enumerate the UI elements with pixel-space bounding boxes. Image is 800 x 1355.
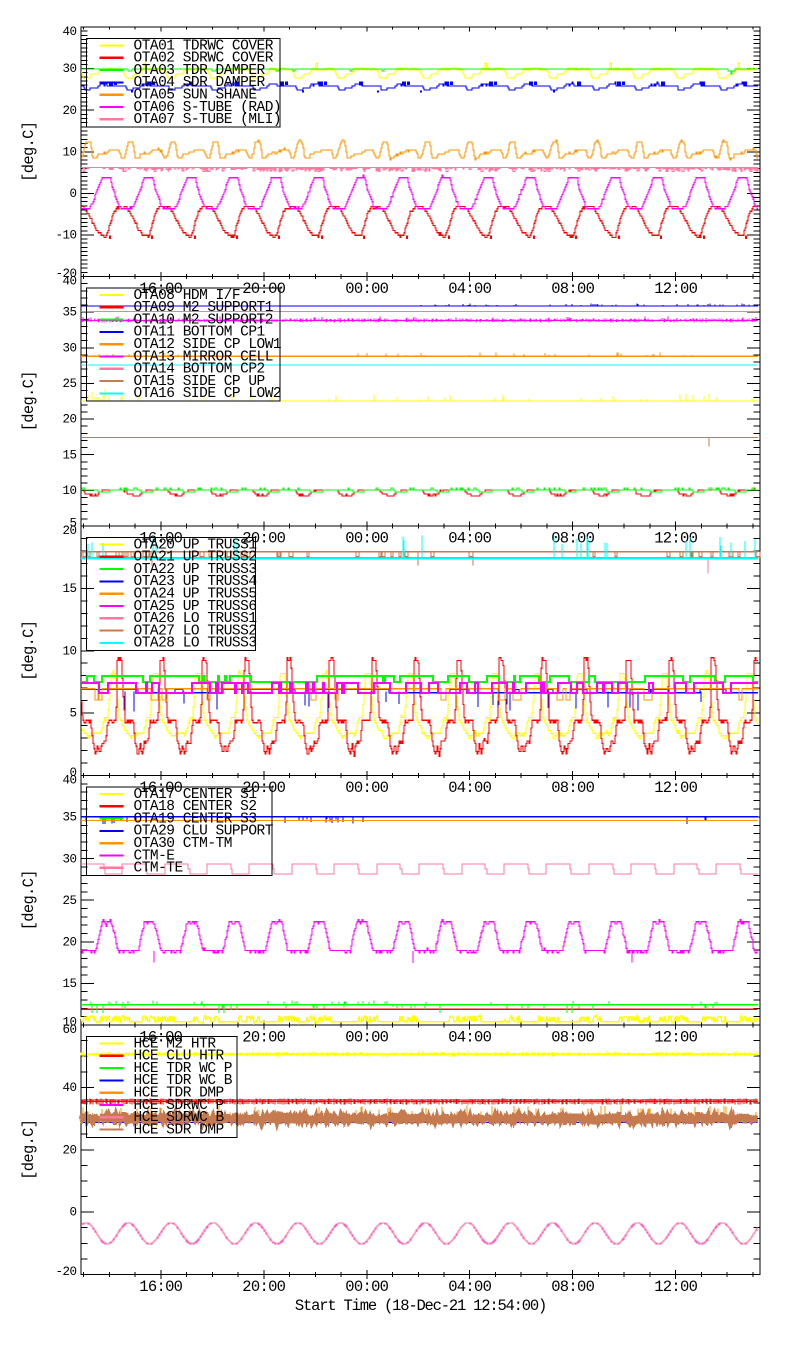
svg-text:20: 20 bbox=[62, 524, 76, 538]
svg-text:10: 10 bbox=[62, 484, 76, 498]
svg-text:10: 10 bbox=[62, 644, 76, 658]
svg-text:15: 15 bbox=[62, 448, 76, 462]
svg-text:[deg.C]: [deg.C] bbox=[20, 621, 38, 681]
svg-text:00:00: 00:00 bbox=[345, 1278, 388, 1296]
svg-text:[deg.C]: [deg.C] bbox=[20, 122, 38, 182]
svg-text:20:00: 20:00 bbox=[242, 1029, 285, 1047]
svg-text:00:00: 00:00 bbox=[345, 1029, 388, 1047]
svg-text:30: 30 bbox=[62, 341, 76, 355]
svg-text:04:00: 04:00 bbox=[448, 1029, 491, 1047]
svg-text:OTA16 SIDE CP LOW2: OTA16 SIDE CP LOW2 bbox=[134, 386, 282, 402]
svg-text:12:00: 12:00 bbox=[654, 1278, 697, 1296]
svg-text:12:00: 12:00 bbox=[654, 280, 697, 298]
svg-text:08:00: 08:00 bbox=[551, 1278, 594, 1296]
svg-text:20: 20 bbox=[62, 935, 76, 949]
svg-text:25: 25 bbox=[62, 377, 76, 391]
svg-text:08:00: 08:00 bbox=[551, 779, 594, 797]
svg-text:20:00: 20:00 bbox=[242, 1278, 285, 1296]
svg-text:15: 15 bbox=[62, 582, 76, 596]
svg-text:-20: -20 bbox=[55, 1265, 76, 1279]
svg-text:-10: -10 bbox=[55, 229, 76, 243]
svg-text:20:00: 20:00 bbox=[242, 280, 285, 298]
svg-text:CTM-TE: CTM-TE bbox=[134, 861, 183, 877]
svg-text:04:00: 04:00 bbox=[448, 779, 491, 797]
svg-text:08:00: 08:00 bbox=[551, 280, 594, 298]
svg-text:30: 30 bbox=[62, 852, 76, 866]
svg-text:16:00: 16:00 bbox=[139, 1278, 182, 1296]
svg-text:12:00: 12:00 bbox=[654, 530, 697, 548]
svg-text:12:00: 12:00 bbox=[654, 1029, 697, 1047]
svg-text:40: 40 bbox=[62, 774, 76, 788]
svg-text:Start Time (18-Dec-21 12:54:00: Start Time (18-Dec-21 12:54:00) bbox=[295, 1297, 546, 1315]
svg-text:10: 10 bbox=[62, 145, 76, 159]
svg-text:30: 30 bbox=[62, 62, 76, 76]
svg-text:15: 15 bbox=[62, 977, 76, 991]
svg-text:04:00: 04:00 bbox=[448, 280, 491, 298]
svg-text:08:00: 08:00 bbox=[551, 1029, 594, 1047]
svg-text:00:00: 00:00 bbox=[345, 280, 388, 298]
svg-text:20: 20 bbox=[62, 104, 76, 118]
svg-text:35: 35 bbox=[62, 811, 76, 825]
svg-text:20: 20 bbox=[62, 413, 76, 427]
svg-text:00:00: 00:00 bbox=[345, 530, 388, 548]
svg-text:12:00: 12:00 bbox=[654, 779, 697, 797]
svg-text:20: 20 bbox=[62, 1143, 76, 1157]
svg-text:04:00: 04:00 bbox=[448, 530, 491, 548]
svg-text:[deg.C]: [deg.C] bbox=[20, 371, 38, 431]
svg-text:[deg.C]: [deg.C] bbox=[20, 1120, 38, 1180]
svg-text:OTA07 S-TUBE (MLI): OTA07 S-TUBE (MLI) bbox=[134, 112, 282, 128]
svg-text:40: 40 bbox=[62, 25, 76, 39]
svg-text:[deg.C]: [deg.C] bbox=[20, 870, 38, 930]
svg-text:HCE SDR DMP: HCE SDR DMP bbox=[134, 1122, 224, 1138]
svg-text:00:00: 00:00 bbox=[345, 779, 388, 797]
svg-text:40: 40 bbox=[62, 1081, 76, 1095]
svg-text:5: 5 bbox=[69, 707, 76, 721]
svg-text:OTA28 LO TRUSS3: OTA28 LO TRUSS3 bbox=[134, 636, 257, 652]
svg-text:04:00: 04:00 bbox=[448, 1278, 491, 1296]
svg-text:0: 0 bbox=[69, 187, 76, 201]
svg-text:35: 35 bbox=[62, 306, 76, 320]
svg-text:25: 25 bbox=[62, 894, 76, 908]
svg-text:60: 60 bbox=[62, 1023, 76, 1037]
svg-text:40: 40 bbox=[62, 275, 76, 289]
svg-text:0: 0 bbox=[69, 1206, 76, 1220]
